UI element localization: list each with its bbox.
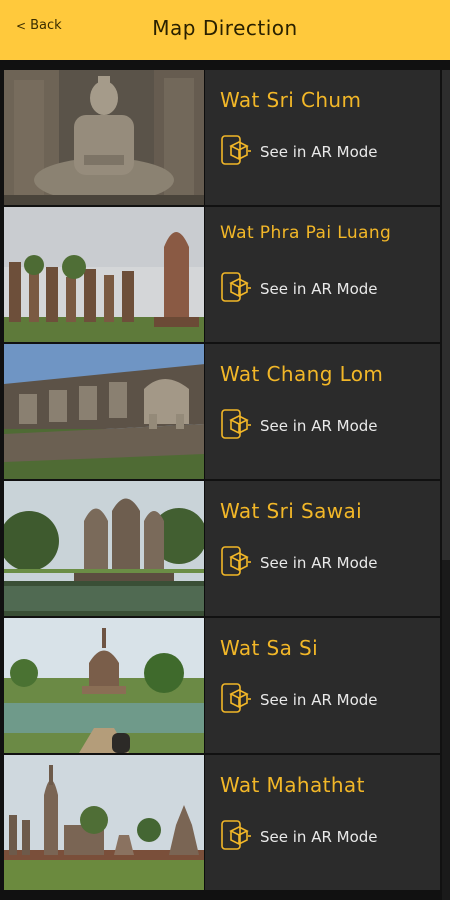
three-prangs-photo [4, 481, 205, 616]
ar-mode-label: See in AR Mode [260, 143, 378, 161]
ar-cube-icon [220, 271, 252, 307]
ar-cube-icon [220, 408, 252, 444]
ar-mode-label: See in AR Mode [260, 280, 378, 298]
ar-cube-icon [220, 134, 252, 170]
ar-mode-button[interactable]: See in AR Mode [220, 134, 378, 170]
place-info: Wat Chang Lom See in AR Mode [205, 344, 440, 479]
list-item[interactable]: Wat Mahathat See in AR Mode [4, 755, 440, 892]
ar-mode-button[interactable]: See in AR Mode [220, 819, 378, 855]
ar-mode-button[interactable]: See in AR Mode [220, 271, 378, 307]
chedi-complex-photo [4, 755, 205, 890]
place-name[interactable]: Wat Mahathat [220, 773, 365, 797]
ar-cube-icon [220, 545, 252, 581]
prang-ruins-photo [4, 207, 205, 342]
place-name[interactable]: Wat Sri Chum [220, 88, 361, 112]
ar-mode-button[interactable]: See in AR Mode [220, 408, 378, 444]
ar-cube-icon [220, 682, 252, 718]
ar-mode-label: See in AR Mode [260, 828, 378, 846]
ar-mode-label: See in AR Mode [260, 691, 378, 709]
page-title: Map Direction [152, 16, 298, 40]
ar-mode-label: See in AR Mode [260, 554, 378, 572]
list-item[interactable]: Wat Sa Si See in AR Mode [4, 618, 440, 755]
place-name[interactable]: Wat Sri Sawai [220, 499, 362, 523]
scrollbar-thumb[interactable] [442, 70, 450, 560]
place-info: Wat Sri Sawai See in AR Mode [205, 481, 440, 616]
list-item[interactable]: Wat Phra Pai Luang See in AR Mode [4, 207, 440, 344]
place-name[interactable]: Wat Sa Si [220, 636, 318, 660]
ar-mode-button[interactable]: See in AR Mode [220, 682, 378, 718]
place-name[interactable]: Wat Chang Lom [220, 362, 383, 386]
list-item[interactable]: Wat Sri Chum See in AR Mode [4, 70, 440, 207]
place-list[interactable]: Wat Sri Chum See in AR Mode Wat Phra Pai… [4, 70, 440, 900]
ar-mode-label: See in AR Mode [260, 417, 378, 435]
place-info: Wat Sri Chum See in AR Mode [205, 70, 440, 205]
list-item[interactable]: Wat Chang Lom See in AR Mode [4, 344, 440, 481]
place-info: Wat Sa Si See in AR Mode [205, 618, 440, 753]
ar-cube-icon [220, 819, 252, 855]
scrollbar[interactable] [442, 70, 450, 900]
place-info: Wat Mahathat See in AR Mode [205, 755, 440, 890]
elephant-base-photo [4, 344, 205, 479]
stupa-pond-photo [4, 618, 205, 753]
place-info: Wat Phra Pai Luang See in AR Mode [205, 207, 440, 342]
ar-mode-button[interactable]: See in AR Mode [220, 545, 378, 581]
list-item[interactable]: Wat Sri Sawai See in AR Mode [4, 481, 440, 618]
top-bar: < Back Map Direction [0, 0, 450, 60]
place-name[interactable]: Wat Phra Pai Luang [220, 223, 391, 243]
seated-buddha-photo [4, 70, 205, 205]
app-root: < Back Map Direction Wat Sri Chum See in… [0, 0, 450, 900]
